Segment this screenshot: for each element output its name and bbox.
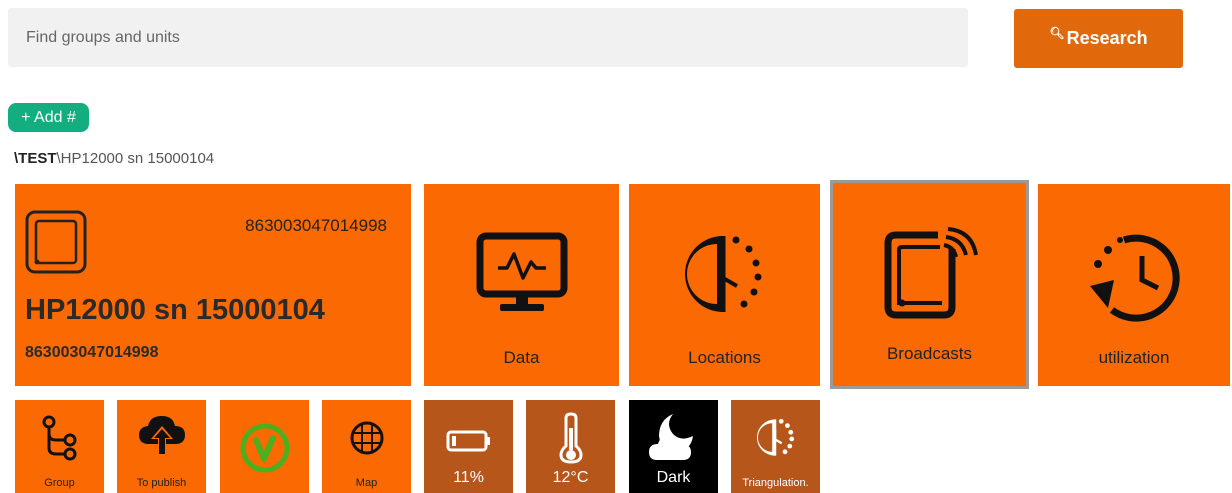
- breadcrumb-root[interactable]: \TEST: [14, 150, 57, 167]
- battery-icon: [446, 430, 490, 452]
- tile-broadcasts[interactable]: Broadcasts: [830, 180, 1029, 389]
- tile-temperature[interactable]: 12°C: [526, 400, 615, 493]
- device-name: HP12000 sn 15000104: [25, 294, 325, 326]
- tile-utilization-label: utilization: [1098, 348, 1170, 367]
- broadcast-icon: [884, 227, 978, 319]
- tile-locations[interactable]: Locations: [629, 184, 820, 386]
- search-icon: 🔍︎: [1049, 25, 1065, 40]
- tile-battery[interactable]: 11%: [424, 400, 513, 493]
- tile-group[interactable]: Group: [15, 400, 104, 493]
- search-input[interactable]: [8, 8, 968, 67]
- tile-broadcasts-label: Broadcasts: [886, 344, 973, 363]
- thermometer-icon: [558, 412, 583, 464]
- tile-data-label: Data: [503, 348, 540, 367]
- breadcrumb: \TEST\HP12000 sn 15000104: [14, 150, 214, 167]
- check-circle-icon: [240, 423, 289, 473]
- history-icon: [1090, 234, 1180, 322]
- cloud-upload-icon: [138, 416, 185, 456]
- tile-triangulation[interactable]: Triangulation.: [731, 400, 820, 493]
- device-serial-top: 863003047014998: [245, 216, 387, 235]
- clock-dots-icon: [756, 418, 794, 456]
- monitor-icon: [476, 232, 567, 311]
- tile-temperature-value: 12°C: [552, 469, 589, 486]
- tile-data[interactable]: Data: [424, 184, 619, 386]
- breadcrumb-current: \HP12000 sn 15000104: [56, 150, 215, 167]
- research-button[interactable]: 🔍︎ Research: [1014, 9, 1183, 68]
- tile-locations-label: Locations: [688, 348, 761, 367]
- tile-map[interactable]: Map: [322, 400, 411, 493]
- add-button[interactable]: + Add #: [8, 103, 89, 132]
- tile-dark-value: Dark: [656, 469, 691, 486]
- tile-battery-value: 11%: [453, 469, 484, 486]
- tile-triangulation-label: Triangulation.: [742, 477, 809, 489]
- clock-dots-icon: [684, 236, 761, 312]
- tile-utilization[interactable]: utilization: [1038, 184, 1230, 386]
- tile-map-label: Map: [355, 477, 378, 489]
- device-icon: [25, 210, 87, 274]
- tile-dark[interactable]: Dark: [629, 400, 718, 493]
- tile-group-label: Group: [44, 477, 75, 489]
- device-info-tile: 863003047014998 HP12000 sn 15000104 8630…: [15, 184, 411, 386]
- tile-status-check[interactable]: [220, 400, 309, 493]
- tile-to-publish-label: To publish: [136, 477, 187, 489]
- research-button-label: Research: [1066, 28, 1148, 48]
- globe-icon: [350, 421, 383, 455]
- device-serial-bottom: 863003047014998: [25, 344, 159, 361]
- tile-to-publish[interactable]: To publish: [117, 400, 206, 493]
- moon-cloud-icon: [648, 414, 693, 460]
- group-tree-icon: [42, 415, 76, 461]
